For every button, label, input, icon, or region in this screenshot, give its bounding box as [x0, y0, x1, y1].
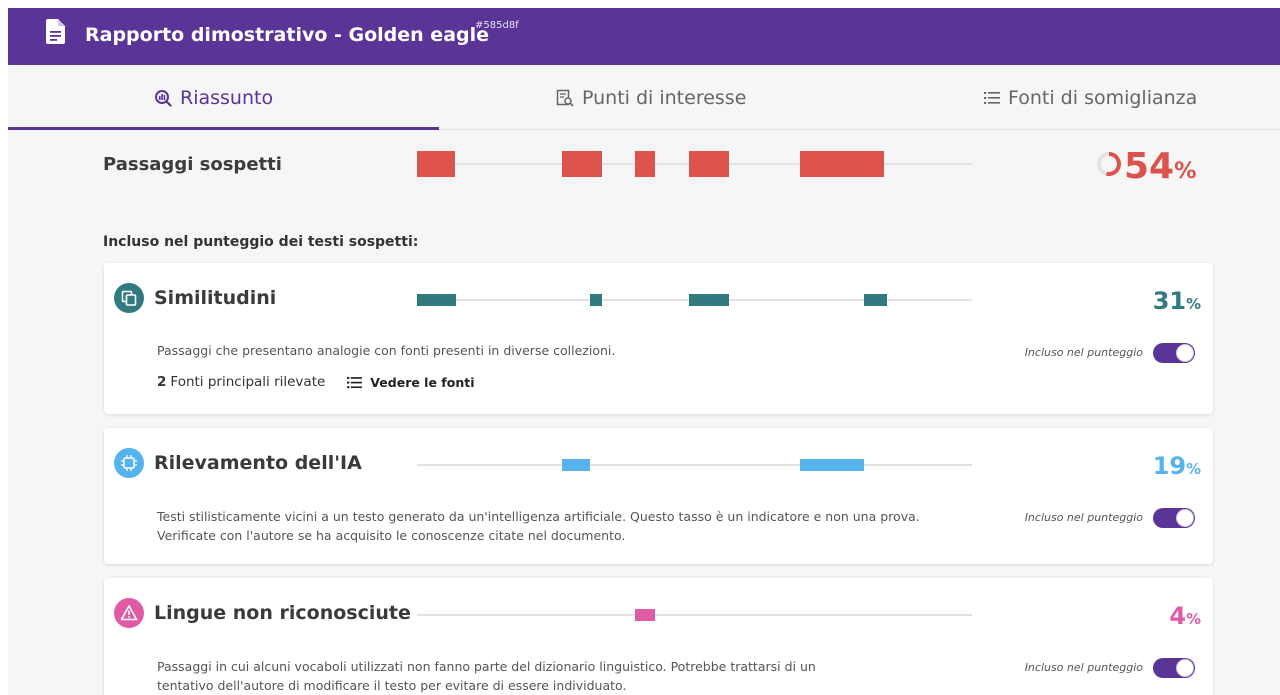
list-icon	[984, 91, 1000, 104]
analysis-icon	[155, 89, 172, 107]
active-tab-indicator	[8, 127, 439, 130]
tab-fonti-di-somiglianza[interactable]: Fonti di somiglianza	[984, 65, 1197, 130]
ai-detection-track	[417, 459, 972, 471]
passage-segment[interactable]	[634, 609, 655, 621]
report-id-badge: #585d8f	[475, 20, 519, 31]
include-toggle[interactable]	[1153, 343, 1195, 363]
unrecognized-languages-card: Lingue non riconosciute 4% Passaggi in c…	[104, 578, 1213, 695]
card-description-line-1: Testi stilisticamente vicini a un testo …	[157, 509, 920, 524]
percent-sign: %	[1174, 158, 1197, 184]
passage-segment[interactable]	[799, 459, 865, 471]
warning-language-icon	[114, 598, 144, 628]
sources-count: 2	[157, 374, 167, 390]
suspicious-passages-track	[417, 151, 972, 177]
doc-search-icon	[556, 89, 574, 107]
passage-segment[interactable]	[688, 294, 729, 306]
passage-segment[interactable]	[799, 151, 885, 177]
toggle-knob	[1176, 509, 1194, 527]
unrecognized-languages-track	[417, 609, 972, 621]
similarity-track	[417, 294, 972, 306]
similarity-percent: 31%	[1153, 287, 1201, 315]
passage-segment[interactable]	[417, 294, 456, 306]
suspicious-passages-label: Passaggi sospetti	[103, 154, 282, 175]
card-title: Similitudini	[154, 287, 277, 309]
passage-segment[interactable]	[561, 459, 590, 471]
see-sources-label: Vedere le fonti	[370, 374, 475, 390]
include-toggle[interactable]	[1153, 508, 1195, 528]
passage-segment[interactable]	[688, 151, 729, 177]
tab-bar: Riassunto Punti di interesse Fonti di so…	[8, 65, 1280, 130]
include-toggle[interactable]	[1153, 658, 1195, 678]
percent-sign: %	[1186, 295, 1201, 313]
percent-value: 4	[1169, 602, 1187, 630]
included-label: Incluso nel punteggio	[1024, 661, 1143, 674]
ai-detection-card: Rilevamento dell'IA 19% Testi stilistica…	[104, 428, 1213, 564]
card-title: Lingue non riconosciute	[154, 602, 411, 624]
included-label: Incluso nel punteggio	[1024, 346, 1143, 359]
percent-sign: %	[1186, 460, 1201, 478]
toggle-knob	[1176, 344, 1194, 362]
suspicious-percent: 54%	[1124, 146, 1196, 187]
percent-value: 31	[1152, 287, 1187, 315]
report-frame: Rapporto dimostrativo - Golden eagle #58…	[8, 8, 1280, 695]
tab-label: Riassunto	[180, 86, 274, 109]
card-description-line-2: tentativo dell'autore di modificare il t…	[157, 678, 627, 693]
report-title: Rapporto dimostrativo - Golden eagle	[85, 24, 490, 46]
passage-segment[interactable]	[417, 151, 455, 177]
tab-label: Fonti di somiglianza	[1008, 86, 1198, 109]
card-description: Passaggi che presentano analogie con fon…	[157, 343, 616, 358]
percent-sign: %	[1186, 610, 1201, 628]
unrecognized-languages-percent: 4%	[1169, 602, 1201, 630]
tab-punti-di-interesse[interactable]: Punti di interesse	[556, 65, 746, 130]
see-sources-link[interactable]: Vedere le fonti	[347, 375, 474, 390]
tab-label: Punti di interesse	[582, 86, 747, 109]
suspicious-score-ring-icon	[1097, 152, 1121, 176]
list-icon	[347, 376, 363, 388]
similarity-card: Similitudini 31% Passaggi che presentano…	[104, 263, 1213, 414]
toggle-knob	[1176, 659, 1194, 677]
passage-segment[interactable]	[634, 151, 655, 177]
included-label: Incluso nel punteggio	[1024, 511, 1143, 524]
card-description-line-1: Passaggi in cui alcuni vocaboli utilizza…	[157, 659, 816, 674]
percent-value: 19	[1152, 452, 1187, 480]
document-icon	[46, 19, 65, 44]
copy-icon	[114, 283, 144, 313]
passage-segment[interactable]	[589, 294, 602, 306]
tab-riassunto[interactable]: Riassunto	[154, 65, 273, 130]
passage-segment[interactable]	[561, 151, 602, 177]
sources-summary: 2 Fonti principali rilevate Vedere le fo…	[157, 374, 474, 390]
suspicious-percent-value: 54	[1124, 146, 1175, 187]
included-heading: Incluso nel punteggio dei testi sospetti…	[103, 234, 419, 250]
card-description-line-2: Verificate con l'autore se ha acquisito …	[157, 528, 626, 543]
sources-label: Fonti principali rilevate	[170, 374, 326, 390]
card-title: Rilevamento dell'IA	[154, 452, 362, 474]
ai-detection-percent: 19%	[1153, 452, 1201, 480]
passage-segment[interactable]	[864, 294, 887, 306]
ai-chip-icon	[114, 448, 144, 478]
report-header: Rapporto dimostrativo - Golden eagle #58…	[8, 8, 1280, 65]
